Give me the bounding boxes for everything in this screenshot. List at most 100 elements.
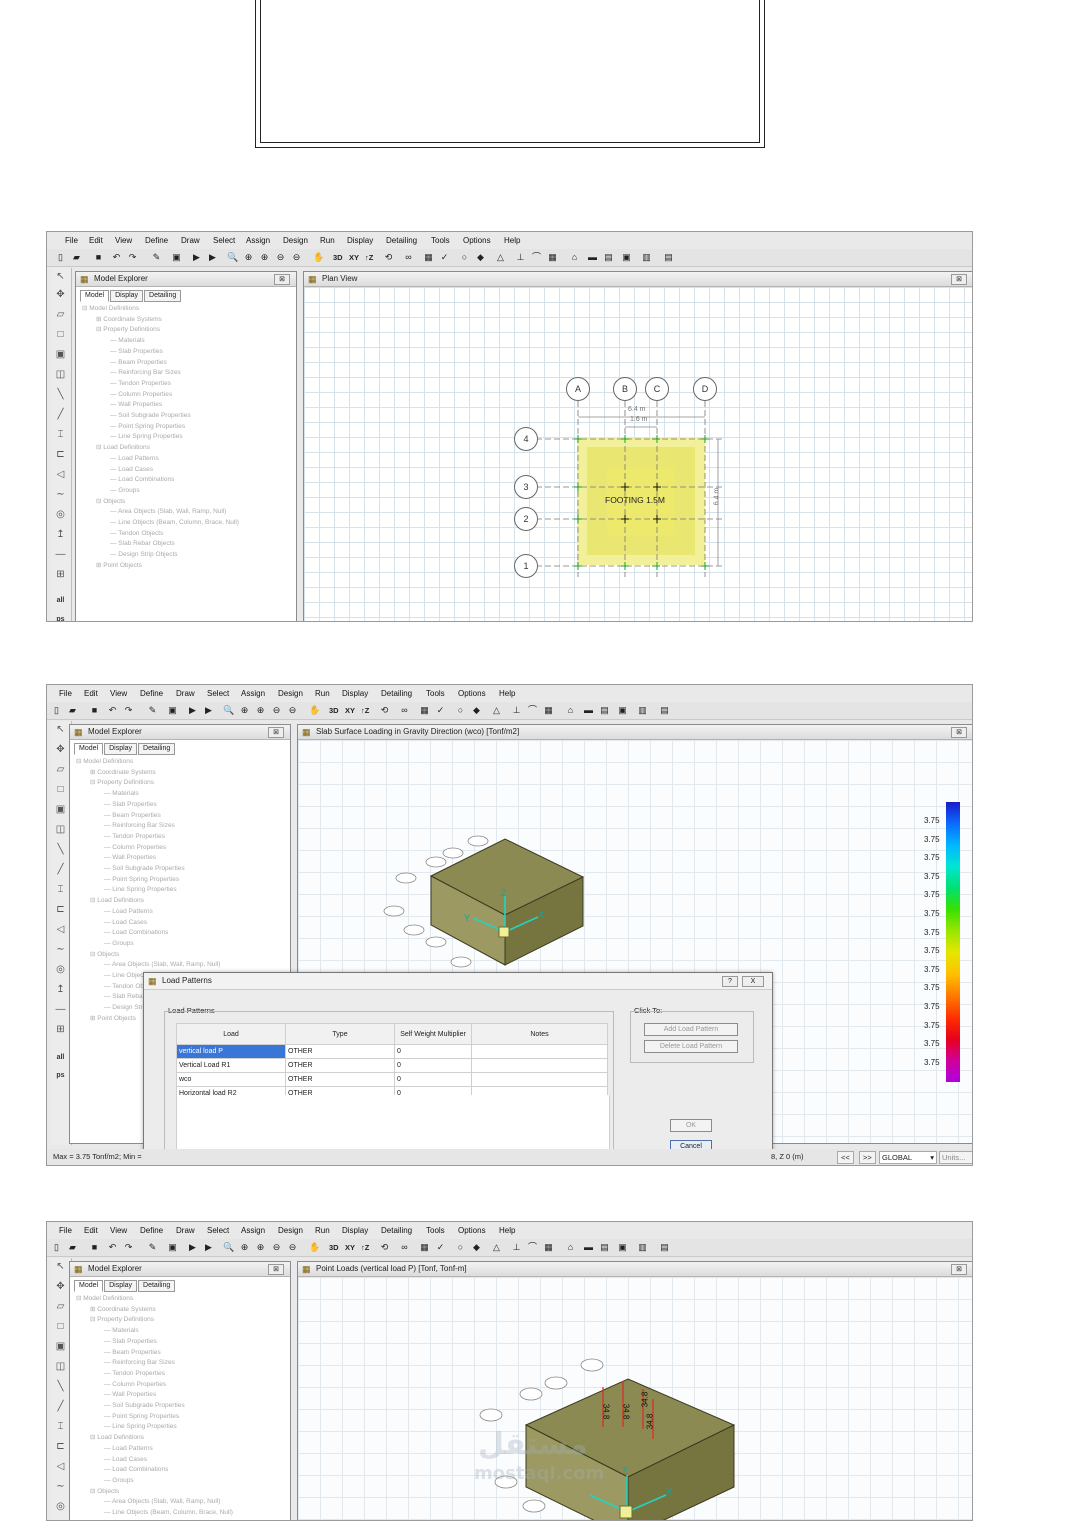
- draw-wall-icon[interactable]: ⊏: [54, 1440, 67, 1453]
- undo-icon[interactable]: ↶: [107, 705, 118, 716]
- glasses-icon[interactable]: ∞: [403, 252, 414, 263]
- glasses-icon[interactable]: ∞: [399, 1242, 410, 1253]
- tree-item[interactable]: — Load Combinations: [76, 928, 286, 939]
- zoom-window-icon[interactable]: 🔍: [227, 252, 238, 263]
- tab-model[interactable]: Model: [80, 290, 110, 302]
- display-icon[interactable]: ⌂: [565, 705, 576, 716]
- view-xy-button[interactable]: XY: [345, 1242, 355, 1253]
- tree-item[interactable]: ⊟ Property Definitions: [82, 325, 292, 336]
- menu-options[interactable]: Options: [458, 687, 486, 701]
- grid-icon[interactable]: ▣: [617, 1242, 628, 1253]
- draw-column-icon[interactable]: ⌶: [54, 1420, 67, 1433]
- tree-item[interactable]: — Materials: [76, 789, 286, 800]
- table-row[interactable]: vertical load P OTHER 0: [176, 1044, 608, 1059]
- undo-icon[interactable]: ↶: [111, 252, 122, 263]
- tree-item[interactable]: ⊟ Model Definitions: [82, 304, 292, 315]
- tree-item[interactable]: ⊟ Objects: [76, 1487, 286, 1498]
- table-icon[interactable]: ▦: [543, 1242, 554, 1253]
- tree-item[interactable]: — Column Properties: [82, 390, 292, 401]
- tree-item[interactable]: — Groups: [82, 486, 292, 497]
- tree-item[interactable]: — Soil Subgrade Properties: [82, 411, 292, 422]
- tree-item[interactable]: — Groups: [76, 1476, 286, 1487]
- self-weight-cell[interactable]: 0: [394, 1058, 472, 1073]
- menu-display[interactable]: Display: [342, 1224, 368, 1238]
- force-icon[interactable]: ⊥: [511, 1242, 522, 1253]
- tree-item[interactable]: — Area Objects (Slab, Wall, Ramp, Null): [82, 507, 292, 518]
- grid-bubble-c[interactable]: C: [645, 377, 669, 401]
- tab-detailing[interactable]: Detailing: [144, 290, 182, 302]
- select-icon[interactable]: ▦: [423, 252, 434, 263]
- view-3d-button[interactable]: 3D: [329, 1242, 339, 1253]
- deflect-icon[interactable]: ⌒: [531, 252, 542, 263]
- menu-view[interactable]: View: [115, 234, 132, 248]
- tree-item[interactable]: — Materials: [82, 336, 292, 347]
- zoom-full-icon[interactable]: ⊕: [239, 705, 250, 716]
- menu-define[interactable]: Define: [140, 687, 163, 701]
- load-type-cell[interactable]: OTHER: [285, 1044, 395, 1059]
- tab-display[interactable]: Display: [104, 1280, 138, 1292]
- open-file-icon[interactable]: ▰: [67, 1242, 78, 1253]
- select-icon[interactable]: ▦: [419, 1242, 430, 1253]
- quick-draw-icon[interactable]: ⊞: [54, 1023, 67, 1036]
- report-icon[interactable]: ▥: [641, 252, 652, 263]
- tab-detailing[interactable]: Detailing: [138, 1280, 176, 1292]
- menu-draw[interactable]: Draw: [176, 687, 195, 701]
- menu-assign[interactable]: Assign: [246, 234, 270, 248]
- tree-item[interactable]: — Tendon Properties: [82, 379, 292, 390]
- menu-detailing[interactable]: Detailing: [381, 1224, 412, 1238]
- menu-select[interactable]: Select: [207, 687, 229, 701]
- tree-item[interactable]: ⊟ Property Definitions: [76, 778, 286, 789]
- table-row[interactable]: Vertical Load R1 OTHER 0: [176, 1058, 608, 1073]
- zoom-in-icon[interactable]: ⊕: [259, 252, 270, 263]
- tree-item[interactable]: — Groups: [76, 939, 286, 950]
- tree-item[interactable]: — Soil Subgrade Properties: [76, 864, 286, 875]
- close-icon[interactable]: ⊠: [951, 727, 967, 738]
- grid-icon[interactable]: ▣: [617, 705, 628, 716]
- draw-line-icon[interactable]: ╲: [54, 843, 67, 856]
- zoom-out-icon[interactable]: ⊖: [271, 1242, 282, 1253]
- save-icon[interactable]: ■: [89, 705, 100, 716]
- notes-cell[interactable]: [471, 1058, 608, 1073]
- close-icon[interactable]: ⊠: [274, 274, 290, 285]
- draw-rect-icon[interactable]: □: [54, 783, 67, 796]
- strip-icon[interactable]: ▬: [583, 705, 594, 716]
- view-z-button[interactable]: ↑Z: [365, 252, 373, 263]
- reshape-icon[interactable]: ✥: [54, 743, 67, 756]
- zoom-previous-icon[interactable]: ⊖: [291, 252, 302, 263]
- run-icon[interactable]: ▶: [187, 705, 198, 716]
- tree-item[interactable]: — Area Objects (Slab, Wall, Ramp, Null): [76, 960, 286, 971]
- draw-wall-icon[interactable]: ⊏: [54, 903, 67, 916]
- draw-column-icon[interactable]: ⌶: [54, 883, 67, 896]
- dialog-close-button[interactable]: X: [742, 976, 764, 987]
- save-icon[interactable]: ■: [89, 1242, 100, 1253]
- close-icon[interactable]: ⊠: [268, 727, 284, 738]
- select-all-button[interactable]: all: [54, 1051, 67, 1064]
- tree-item[interactable]: — Slab Properties: [76, 800, 286, 811]
- tree-item[interactable]: — Tendon Properties: [76, 832, 286, 843]
- tree-item[interactable]: — Point Spring Properties: [76, 1412, 286, 1423]
- load-name-cell[interactable]: vertical load P: [176, 1044, 286, 1059]
- quick-draw-icon[interactable]: ⊞: [54, 568, 67, 581]
- check-icon[interactable]: ✓: [439, 252, 450, 263]
- pencil-icon[interactable]: ✎: [151, 252, 162, 263]
- report-icon[interactable]: ▥: [637, 1242, 648, 1253]
- rebar-icon[interactable]: ▤: [599, 705, 610, 716]
- display-icon[interactable]: ⌂: [569, 252, 580, 263]
- tree-item[interactable]: ⊞ Coordinate Systems: [76, 768, 286, 779]
- check-icon[interactable]: ✓: [435, 705, 446, 716]
- tree-item[interactable]: — Line Spring Properties: [82, 432, 292, 443]
- table-row[interactable]: wco OTHER 0: [176, 1072, 608, 1087]
- save-icon[interactable]: ■: [93, 252, 104, 263]
- tab-model[interactable]: Model: [74, 1280, 104, 1292]
- undo-icon[interactable]: ↶: [107, 1242, 118, 1253]
- new-file-icon[interactable]: ▯: [51, 705, 62, 716]
- menu-select[interactable]: Select: [213, 234, 235, 248]
- tree-item[interactable]: — Tendon Objects: [82, 529, 292, 540]
- menu-design[interactable]: Design: [283, 234, 308, 248]
- menu-file[interactable]: File: [65, 234, 78, 248]
- tree-item[interactable]: ⊞ Coordinate Systems: [82, 315, 292, 326]
- circle-icon[interactable]: ○: [459, 252, 470, 263]
- tree-item[interactable]: ⊟ Load Definitions: [76, 896, 286, 907]
- tree-item[interactable]: ⊟ Load Definitions: [76, 1433, 286, 1444]
- help-button[interactable]: ?: [722, 976, 738, 987]
